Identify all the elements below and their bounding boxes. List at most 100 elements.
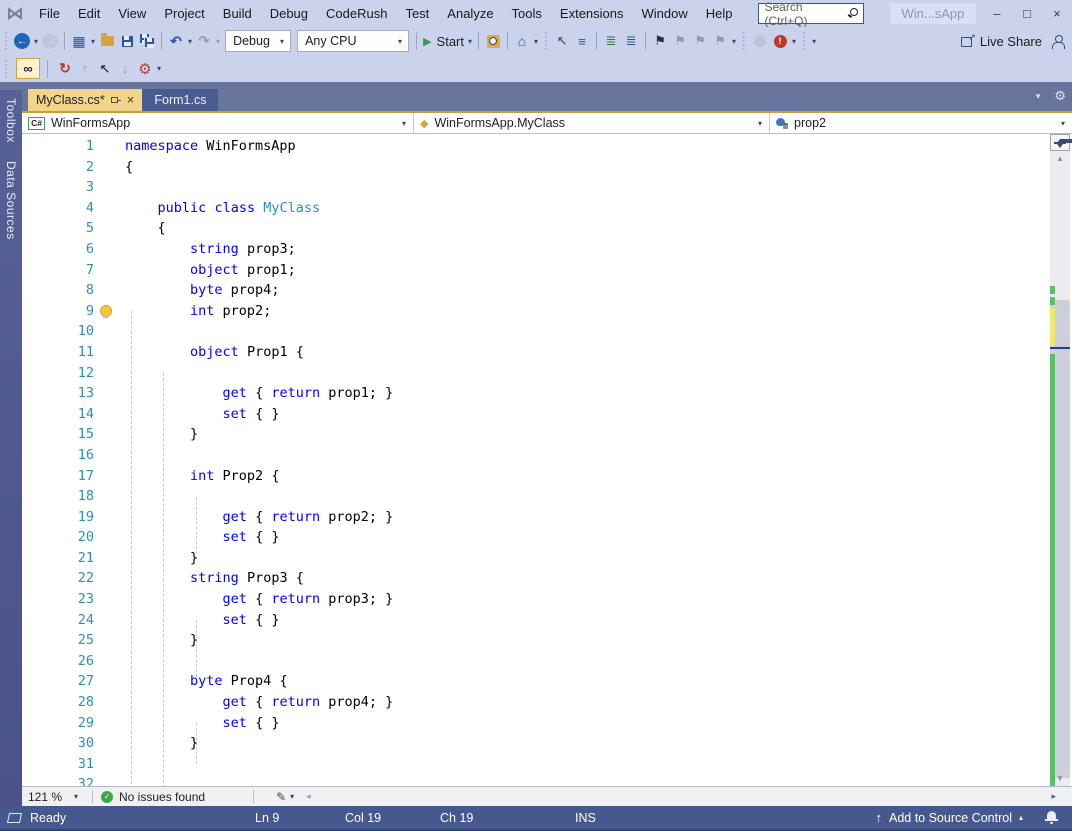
line-number[interactable]: 25 [22,630,94,651]
line-number[interactable]: 23 [22,589,94,610]
line-number[interactable]: 30 [22,733,94,754]
coderush-jump-down-button[interactable]: ↓ [115,58,135,80]
code-line-20[interactable]: set { } [125,527,393,548]
redo-dropdown[interactable]: ▾ [214,37,222,46]
redo-button[interactable]: ↷ [194,30,214,52]
code-editor[interactable]: 1 2 3 4 5 6 7 8 9 10 11 12 13 14 15 16 17 18 19 20 21 22 23 24 2… [0,134,1072,786]
bookmark-dropdown[interactable]: ▾ [730,37,738,46]
previous-bookmark-button[interactable]: ⚑ [670,30,690,52]
coderush-glasses-button[interactable]: ∞ [16,58,40,79]
line-number[interactable]: 32 [22,774,94,786]
toolbar-grip[interactable] [3,32,9,50]
line-number[interactable]: 3 [22,177,94,198]
menu-edit[interactable]: Edit [69,0,109,27]
line-number[interactable]: 12 [22,363,94,384]
code-line-26[interactable] [125,651,393,672]
menu-view[interactable]: View [109,0,155,27]
find-in-files-button[interactable] [483,30,503,52]
scroll-up-icon[interactable]: ▲ [1050,151,1070,166]
line-number[interactable]: 15 [22,424,94,445]
properties-window-button[interactable]: ≡ [572,30,592,52]
code-line-29[interactable]: set { } [125,713,393,734]
line-number[interactable]: 2 [22,157,94,178]
next-bookmark-button[interactable]: ⚑ [690,30,710,52]
document-list-chevron-icon[interactable]: ▾ [1036,91,1041,102]
quick-search-box[interactable]: Search (Ctrl+Q) [757,0,864,28]
code-cleanup-icon[interactable]: ✎ [276,790,286,804]
line-number[interactable]: 13 [22,383,94,404]
toolbar-grip[interactable] [3,59,9,78]
code-cleanup-dropdown[interactable]: ▾ [288,792,296,801]
menu-file[interactable]: File [30,0,69,27]
save-all-button[interactable] [137,30,157,52]
zoom-level-select[interactable]: 121 % ▾ [22,787,84,806]
error-list-button[interactable]: ! [770,30,790,52]
toolbar-grip[interactable] [543,32,550,50]
line-number[interactable]: 16 [22,445,94,466]
decrease-indent-button[interactable]: ≣ [601,30,621,52]
notifications-bell-icon[interactable] [1045,811,1058,824]
hscroll-left-icon[interactable]: ◂ [306,791,311,802]
open-file-button[interactable] [97,30,117,52]
code-line-1[interactable]: namespace WinFormsApp [125,136,393,157]
line-number[interactable]: 4 [22,198,94,219]
line-number[interactable]: 14 [22,404,94,425]
project-dropdown[interactable]: C# WinFormsApp ▾ [22,113,414,133]
line-number[interactable]: 10 [22,321,94,342]
toggle-bookmark-button[interactable]: ⚑ [650,30,670,52]
line-number[interactable]: 29 [22,713,94,734]
scroll-down-icon[interactable]: ▼ [1050,771,1070,786]
new-project-button[interactable]: ▦ [69,30,89,52]
code-line-5[interactable]: { [125,218,393,239]
menu-tools[interactable]: Tools [503,0,551,27]
code-line-8[interactable]: byte prop4; [125,280,393,301]
source-control-collapse-icon[interactable]: ▴ [1019,813,1023,822]
pin-tab-icon[interactable] [111,95,121,105]
feedback-person-icon[interactable] [1052,34,1065,49]
code-line-7[interactable]: object prop1; [125,260,393,281]
code-line-23[interactable]: get { return prop3; } [125,589,394,610]
code-line-25[interactable]: } [125,630,393,651]
line-number[interactable]: 19 [22,507,94,528]
error-list-dropdown[interactable]: ▾ [790,37,798,46]
issues-indicator[interactable]: ✓ No issues found [101,790,205,804]
coderush-settings-button[interactable]: ⚙ [135,58,155,80]
type-dropdown[interactable]: ◆ WinFormsApp.MyClass ▾ [414,113,770,133]
new-project-dropdown[interactable]: ▾ [89,37,97,46]
line-number[interactable]: 17 [22,466,94,487]
start-dropdown[interactable]: ▾ [466,37,474,46]
solution-platform-combo[interactable]: Any CPU ▾ [297,30,410,52]
line-number[interactable]: 21 [22,548,94,569]
code-line-22[interactable]: string Prop3 { [125,568,393,589]
code-line-15[interactable]: } [125,424,393,445]
member-dropdown[interactable]: prop2 ▾ [770,113,1072,133]
coderush-jump-up-button[interactable]: ↑ [75,58,95,80]
toolbar-overflow-dropdown[interactable]: ▾ [810,37,818,46]
code-line-3[interactable] [125,177,393,198]
line-number[interactable]: 24 [22,610,94,631]
line-number[interactable]: 22 [22,568,94,589]
vertical-scrollbar[interactable]: ▲ ▼ [1050,134,1072,786]
editor-split-handle[interactable] [1050,134,1072,151]
coderush-cursor-button[interactable]: ↖ [95,58,115,80]
close-tab-icon[interactable]: × [127,93,135,106]
side-tab-data-sources[interactable]: Data Sources [4,153,18,250]
menu-coderush[interactable]: CodeRush [317,0,396,27]
code-line-27[interactable]: byte Prop4 { [125,671,393,692]
start-debugging-button[interactable]: ▶ Start [421,30,466,52]
tab-form1-cs[interactable]: Form1.cs [142,89,219,111]
code-line-11[interactable]: object Prop1 { [125,342,393,363]
minimize-button[interactable]: – [982,0,1012,27]
side-tab-toolbox[interactable]: Toolbox [4,90,18,153]
menu-build[interactable]: Build [214,0,261,27]
add-to-source-control-button[interactable]: Add to Source Control [889,811,1012,825]
line-number[interactable]: 26 [22,651,94,672]
code-line-31[interactable] [125,754,393,775]
maximize-button[interactable]: □ [1012,0,1042,27]
clear-bookmarks-button[interactable]: ⚑ [710,30,730,52]
line-number[interactable]: 5 [22,218,94,239]
menu-help[interactable]: Help [697,0,742,27]
quick-actions-lightbulb-icon[interactable] [100,304,112,319]
line-number[interactable]: 8 [22,280,94,301]
code-line-24[interactable]: set { } [125,610,393,631]
